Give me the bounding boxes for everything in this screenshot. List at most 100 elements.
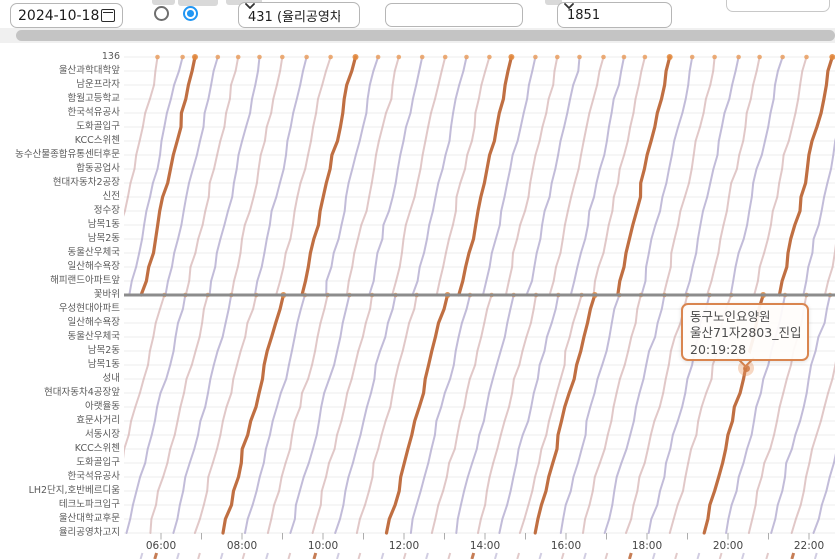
trip-line[interactable] — [535, 295, 595, 533]
next-section-line-fragment — [382, 553, 384, 559]
time-axis-label: 12:00 — [382, 540, 426, 552]
trip-line[interactable] — [483, 57, 535, 295]
next-section-line-fragment — [629, 553, 631, 559]
time-axis-label: 20:00 — [706, 540, 750, 552]
time-axis-label: 10:00 — [301, 540, 345, 552]
next-section-line-fragment — [155, 553, 157, 559]
station-label: 현대자동차2공장 — [2, 177, 120, 189]
trip-line[interactable] — [413, 57, 467, 295]
trip-end-dot — [736, 55, 741, 60]
trip-end-dot — [353, 54, 359, 60]
trip-line[interactable] — [232, 57, 283, 295]
station-label: 꽃바위 — [2, 289, 120, 301]
trip-line[interactable] — [347, 57, 399, 295]
trip-line[interactable] — [302, 57, 356, 295]
trip-line[interactable] — [685, 57, 738, 295]
next-section-line-fragment — [243, 553, 245, 559]
station-label: 현대자동차4공장앞 — [2, 387, 120, 399]
station-label: KCC스위첸 — [2, 135, 120, 147]
trip-line[interactable] — [437, 57, 490, 295]
next-section-line-fragment — [337, 553, 339, 559]
trip-end-dot — [780, 55, 785, 60]
station-label: 효문사거리 — [2, 415, 120, 427]
next-section-line-fragment — [606, 553, 608, 559]
trip-line[interactable] — [129, 57, 182, 295]
trip-line[interactable] — [456, 295, 513, 533]
trip-line[interactable] — [571, 57, 624, 295]
station-label: 도화골입구 — [2, 457, 120, 469]
trip-line[interactable] — [527, 57, 580, 295]
next-section-line-fragment — [792, 553, 794, 559]
station-label: 남목2동 — [2, 345, 120, 357]
trip-line[interactable] — [478, 295, 536, 533]
station-label: KCC스위첸 — [2, 443, 120, 455]
station-label: 도화골입구 — [2, 121, 120, 133]
trip-line[interactable] — [803, 57, 835, 295]
trip-end-dot — [622, 55, 627, 60]
next-section-line-fragment — [562, 553, 564, 559]
trip-line[interactable] — [583, 295, 641, 533]
station-label: 성내 — [2, 373, 120, 385]
trip-line[interactable] — [173, 295, 231, 533]
trip-line[interactable] — [618, 57, 670, 295]
trip-end-dot — [555, 55, 560, 60]
time-axis-label: 08:00 — [220, 540, 264, 552]
next-section-line-fragment — [540, 553, 542, 559]
trip-line[interactable] — [731, 57, 783, 295]
trip-end-dot — [328, 55, 333, 60]
time-axis-label: 18:00 — [625, 540, 669, 552]
next-section-line-fragment — [448, 553, 450, 559]
trip-line[interactable] — [642, 57, 693, 295]
trip-line[interactable] — [290, 295, 349, 533]
trip-line[interactable] — [127, 295, 186, 533]
trip-line[interactable] — [664, 57, 715, 295]
trip-line[interactable] — [210, 57, 260, 295]
station-label: 동울산우체국 — [2, 331, 120, 343]
trip-line[interactable] — [779, 57, 832, 295]
station-label: 합동공업사 — [2, 163, 120, 175]
next-section-line-fragment — [426, 553, 428, 559]
trip-line[interactable] — [186, 57, 238, 295]
next-section-line-fragment — [766, 553, 768, 559]
trip-line[interactable] — [550, 57, 604, 295]
trip-end-dot — [667, 54, 673, 60]
trip-line[interactable] — [195, 295, 256, 533]
trip-end-dot — [757, 55, 762, 60]
time-axis-label: 06:00 — [139, 540, 183, 552]
trip-line[interactable] — [392, 57, 445, 295]
time-axis-label: 16:00 — [544, 540, 588, 552]
trip-line[interactable] — [459, 57, 512, 295]
trip-line[interactable] — [814, 295, 835, 533]
next-section-line-fragment — [472, 553, 474, 559]
trip-line[interactable] — [150, 295, 207, 533]
trip-end-dot — [304, 55, 309, 60]
station-label: 남목1동 — [2, 359, 120, 371]
tooltip: 동구노인요양원 울산71자2803_진입 20:19:28 — [681, 303, 809, 361]
station-label: 일산해수욕장 — [2, 317, 120, 329]
trip-line[interactable] — [255, 57, 307, 295]
trip-line[interactable] — [326, 57, 378, 295]
trip-line[interactable] — [335, 295, 395, 533]
trip-line[interactable] — [369, 57, 422, 295]
trip-line[interactable] — [594, 57, 645, 295]
trip-line[interactable] — [561, 295, 620, 533]
next-section-line-fragment — [141, 553, 143, 559]
time-axis-label: 14:00 — [463, 540, 507, 552]
trip-line[interactable] — [754, 57, 806, 295]
marey-chart — [0, 0, 835, 559]
next-section-line-fragment — [517, 553, 519, 559]
trip-end-dot — [236, 55, 241, 60]
trip-end-dot — [257, 55, 262, 60]
station-label: 함월고등학교 — [2, 93, 120, 105]
trip-line[interactable] — [141, 57, 195, 295]
trip-line[interactable] — [506, 57, 557, 295]
trip-line[interactable] — [707, 57, 760, 295]
station-label: 울산과학대학앞 — [2, 65, 120, 77]
trip-line[interactable] — [605, 295, 665, 533]
trip-end-dot — [397, 55, 402, 60]
trip-end-dot — [577, 55, 582, 60]
next-section-line-fragment — [288, 553, 290, 559]
next-section-line-fragment — [314, 553, 316, 559]
trip-end-dot — [155, 55, 160, 60]
trip-line[interactable] — [276, 57, 331, 295]
